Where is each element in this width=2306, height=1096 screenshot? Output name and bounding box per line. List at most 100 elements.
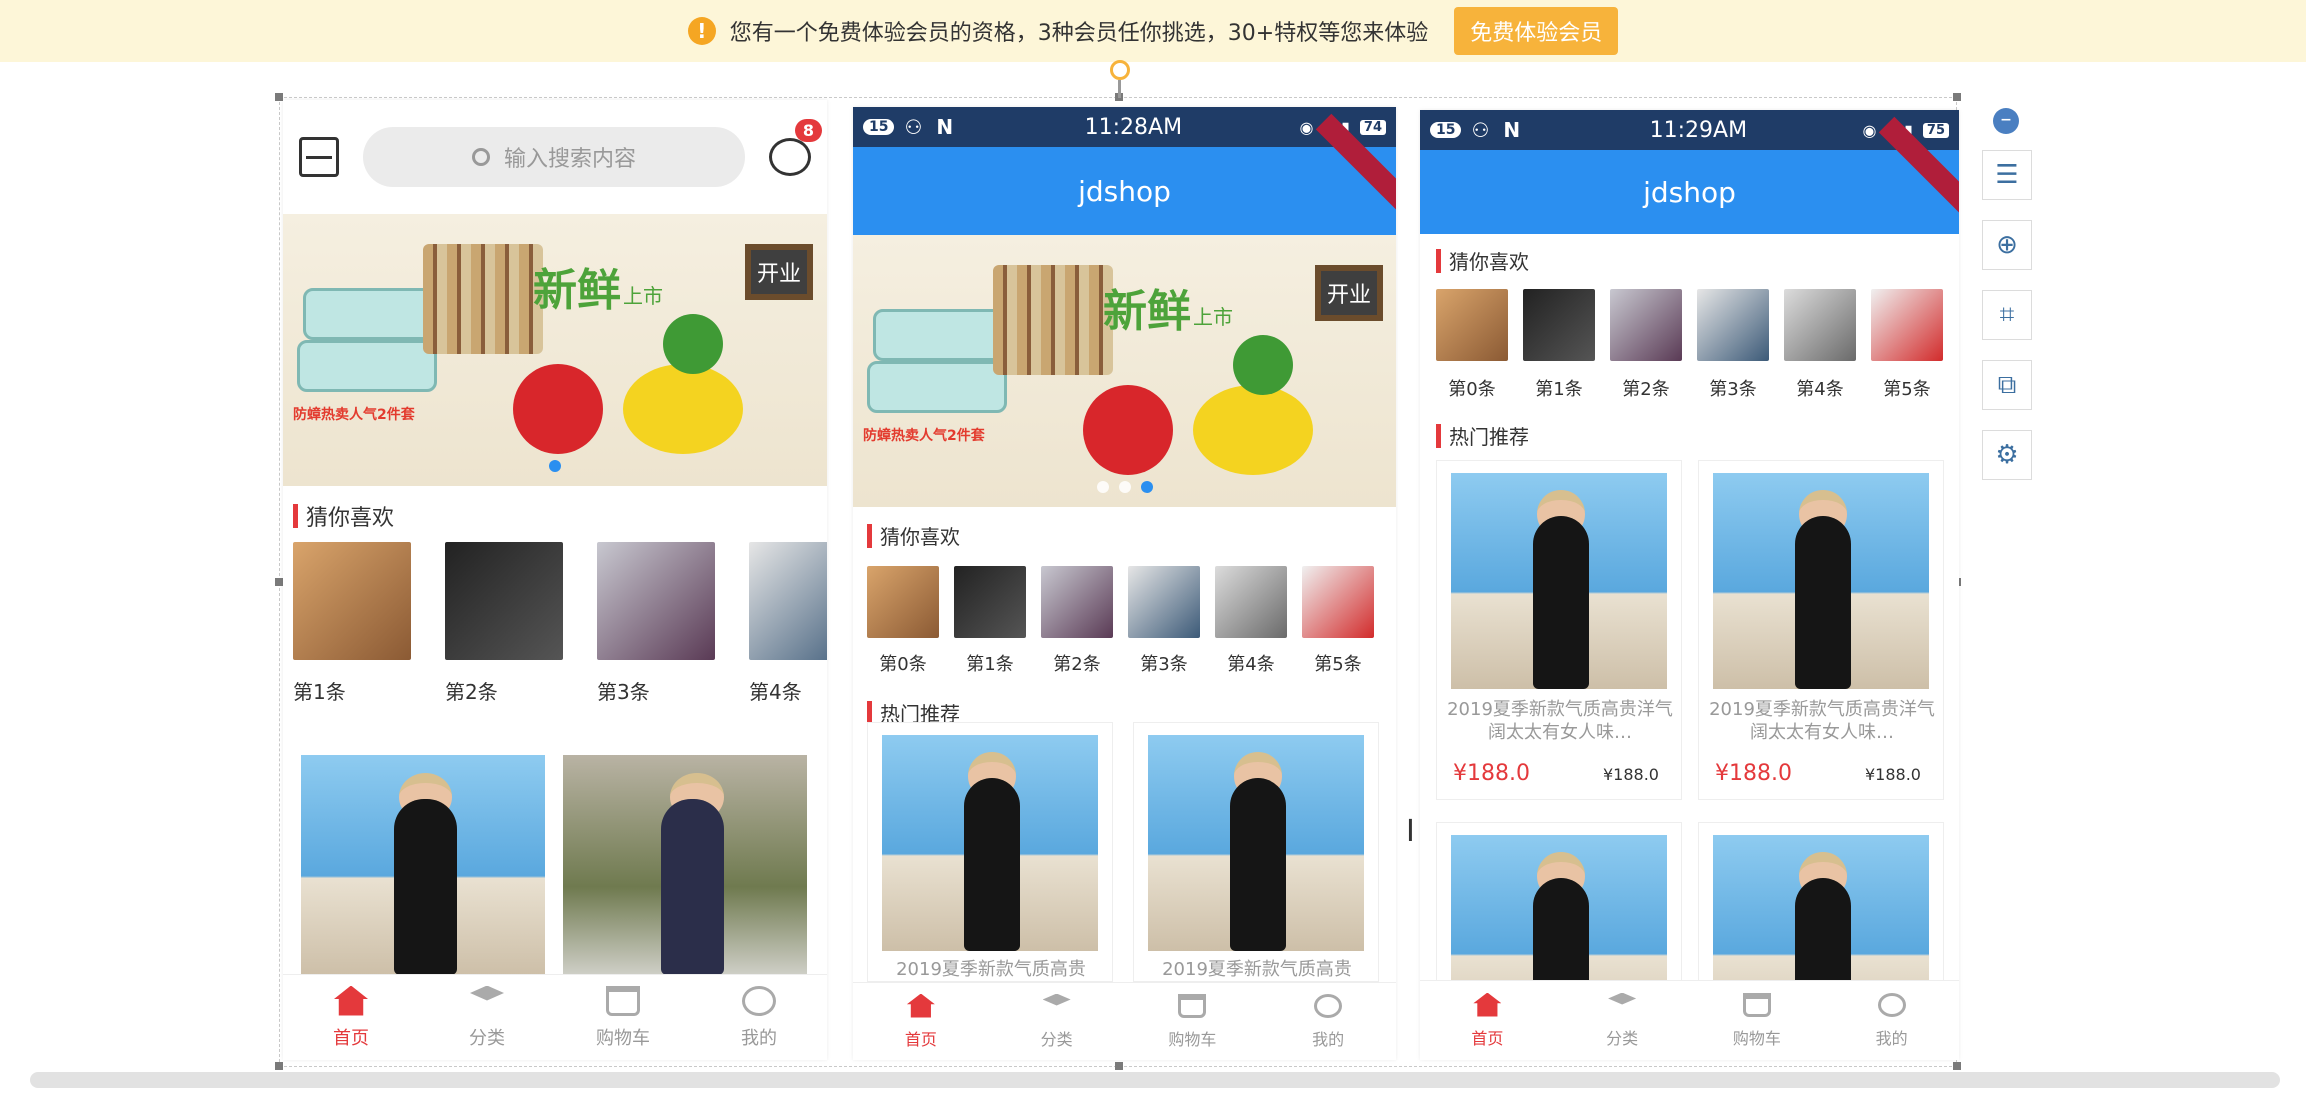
product-card[interactable]: 2019夏季新款气质高贵: [1133, 722, 1379, 982]
section-marker: [867, 523, 872, 548]
product-title: 2019夏季新款气质高贵洋气阔太太有女人味…: [1709, 699, 1935, 743]
nfc-icon: N: [1503, 118, 1521, 142]
zoom-in-icon[interactable]: ⊕: [1982, 220, 2032, 270]
tab-category[interactable]: 分类: [419, 975, 555, 1060]
chick-image: [623, 364, 743, 454]
banner-title: 新鲜: [533, 265, 621, 316]
resize-handle[interactable]: [1953, 1062, 1961, 1070]
rotate-handle-icon[interactable]: [1110, 60, 1130, 80]
home-icon: [1473, 992, 1502, 1017]
list-item[interactable]: 第4条: [1784, 289, 1856, 401]
nfc-icon: N: [936, 115, 954, 139]
list-item[interactable]: 第5条: [1871, 289, 1943, 401]
list-item[interactable]: 第4条: [749, 542, 827, 705]
container-image: [867, 361, 1007, 413]
bottom-tab-bar: 首页 分类 购物车 我的: [853, 982, 1396, 1060]
product-card[interactable]: 2019夏季新款气质高贵: [867, 722, 1113, 982]
battery-icon: 75: [1922, 122, 1949, 138]
tab-home[interactable]: 首页: [283, 975, 419, 1060]
section-title-guess: 猜你喜欢: [1436, 246, 1959, 275]
carousel-dots: [853, 481, 1396, 493]
tab-mine[interactable]: 我的: [1824, 981, 1959, 1060]
resize-handle[interactable]: [275, 1062, 283, 1070]
thumb-image: [1610, 289, 1682, 361]
resize-handle[interactable]: [275, 578, 283, 586]
product-title: 2019夏季新款气质高贵: [1162, 959, 1352, 980]
search-input[interactable]: 输入搜索内容: [363, 127, 745, 187]
product-image[interactable]: [301, 755, 545, 975]
banner-promo: 防蟑热卖人气2件套: [863, 428, 985, 444]
list-item[interactable]: 第2条: [445, 542, 563, 705]
tab-category[interactable]: 分类: [1555, 981, 1690, 1060]
bag-image: [993, 265, 1113, 375]
banner-promo: 防蟑热卖人气2件套: [293, 407, 415, 423]
banner-carousel[interactable]: 新鲜 上市 开业 防蟑热卖人气2件套: [283, 214, 827, 486]
app-title: jdshop: [1078, 174, 1171, 208]
banner-carousel[interactable]: 新鲜 上市 开业 防蟑热卖人气2件套: [853, 235, 1396, 507]
list-item[interactable]: 第2条: [1041, 566, 1113, 676]
search-header: 输入搜索内容 8: [283, 100, 827, 214]
carousel-dots: [283, 460, 827, 472]
product-figure: [964, 778, 1021, 951]
tab-cart[interactable]: 购物车: [1125, 983, 1261, 1060]
tab-cart[interactable]: 购物车: [555, 975, 691, 1060]
list-item[interactable]: 第0条: [1436, 289, 1508, 401]
settings-icon[interactable]: ⚙: [1982, 430, 2032, 480]
resize-handle[interactable]: [1115, 1062, 1123, 1070]
shapes-icon: [1608, 992, 1637, 1005]
product-card[interactable]: 2019夏季新款气质高贵洋气阔太太有女人味… ¥188.0 ¥188.0: [1436, 460, 1682, 800]
tab-cart[interactable]: 购物车: [1690, 981, 1825, 1060]
tab-home[interactable]: 首页: [853, 983, 989, 1060]
list-item[interactable]: 第4条: [1215, 566, 1287, 676]
section-title-guess: 猜你喜欢: [293, 500, 827, 532]
status-time: 11:28AM: [1084, 114, 1183, 140]
list-item[interactable]: 第1条: [954, 566, 1026, 676]
tab-mine[interactable]: 我的: [1260, 983, 1396, 1060]
bottom-tab-bar: 首页 分类 购物车 我的: [283, 974, 827, 1060]
list-item[interactable]: 第5条: [1302, 566, 1374, 676]
list-item[interactable]: 第0条: [867, 566, 939, 676]
thumb-image: [1784, 289, 1856, 361]
container-image: [873, 309, 1013, 361]
compare-icon[interactable]: ⧉: [1982, 360, 2032, 410]
layers-icon: [470, 985, 504, 1001]
list-item[interactable]: 第1条: [293, 542, 411, 705]
tab-category[interactable]: 分类: [989, 983, 1125, 1060]
tab-home[interactable]: 首页: [1420, 981, 1555, 1060]
notification-count: 15: [863, 119, 895, 135]
thumb-image: [749, 542, 827, 660]
carousel-dot[interactable]: [1096, 481, 1109, 493]
list-item[interactable]: 第3条: [597, 542, 715, 705]
cart-icon: [1742, 992, 1771, 1017]
product-image[interactable]: [563, 755, 807, 975]
horizontal-scrollbar[interactable]: [30, 1072, 2280, 1088]
minus-icon[interactable]: –: [1993, 108, 2019, 134]
product-old-price: ¥188.0: [1865, 765, 1921, 784]
report-icon[interactable]: ☰: [1982, 150, 2032, 200]
free-trial-button[interactable]: 免费体验会员: [1454, 7, 1619, 55]
message-icon[interactable]: 8: [769, 119, 822, 176]
carousel-dot[interactable]: [1140, 481, 1153, 493]
section-title-guess: 猜你喜欢: [867, 521, 1396, 550]
thumb-image: [597, 542, 715, 660]
carousel-dot[interactable]: [549, 460, 561, 472]
crop-icon[interactable]: ⌗: [1982, 290, 2032, 340]
resize-handle[interactable]: [1953, 93, 1961, 101]
guess-list: 第0条 第1条 第2条 第3条 第4条 第5条: [867, 566, 1396, 676]
home-icon: [906, 993, 935, 1018]
tab-mine[interactable]: 我的: [691, 975, 827, 1060]
list-item[interactable]: 第3条: [1128, 566, 1200, 676]
guess-list: 第0条 第1条 第2条 第3条 第4条 第5条: [1436, 289, 1959, 401]
product-card[interactable]: 2019夏季新款气质高贵洋气阔太太有女人味… ¥188.0 ¥188.0: [1698, 460, 1944, 800]
carousel-dot[interactable]: [1118, 481, 1131, 493]
list-item[interactable]: 第3条: [1697, 289, 1769, 401]
resize-handle[interactable]: [275, 93, 283, 101]
list-item[interactable]: 第2条: [1610, 289, 1682, 401]
product-old-price: ¥188.0: [1603, 765, 1659, 784]
section-marker: [867, 700, 872, 725]
banner-sign: 开业: [745, 244, 814, 300]
promo-text: 您有一个免费体验会员的资格，3种会员任你挑选，30+特权等您来体验: [729, 21, 1429, 46]
bag-image: [423, 244, 543, 354]
list-item[interactable]: 第1条: [1523, 289, 1595, 401]
scan-icon[interactable]: [299, 137, 339, 177]
